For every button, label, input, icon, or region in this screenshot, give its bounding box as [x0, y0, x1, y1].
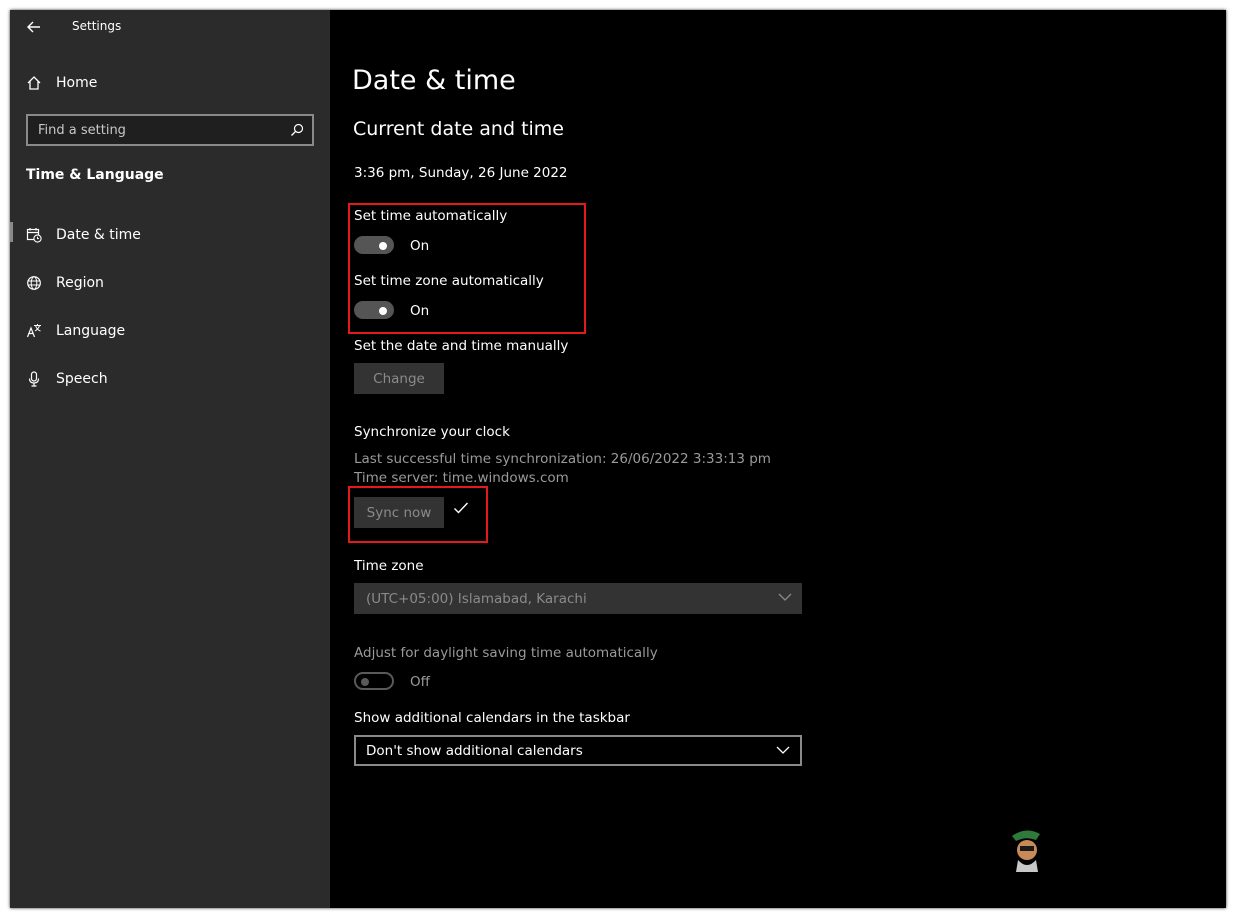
sidebar-item-label: Region [56, 275, 104, 291]
timezone-dropdown[interactable]: (UTC+05:00) Islamabad, Karachi [354, 583, 802, 614]
sidebar-item-speech[interactable]: Speech [26, 367, 108, 391]
home-icon [27, 76, 41, 90]
red-highlight-box [348, 203, 586, 334]
sidebar-section-title: Time & Language [26, 167, 164, 183]
calendars-label: Show additional calendars in the taskbar [354, 710, 630, 726]
timezone-value: (UTC+05:00) Islamabad, Karachi [366, 590, 587, 607]
change-button[interactable]: Change [354, 363, 444, 394]
section-subtitle: Current date and time [353, 118, 564, 140]
sidebar-item-date-time[interactable]: Date & time [26, 223, 141, 247]
manual-label: Set the date and time manually [354, 338, 569, 354]
search-box[interactable] [26, 114, 314, 146]
microphone-icon [28, 371, 40, 387]
settings-window: Settings Home Time & Language Date & [10, 10, 1226, 908]
sidebar: Settings Home Time & Language Date & [10, 10, 330, 908]
chevron-down-icon [778, 593, 792, 601]
sidebar-item-home[interactable]: Home [26, 71, 97, 95]
main-content: Date & time Current date and time 3:36 p… [330, 10, 1226, 908]
calendars-value: Don't show additional calendars [366, 742, 583, 759]
search-input[interactable] [28, 116, 288, 144]
search-icon[interactable] [290, 123, 304, 137]
calendar-clock-icon [26, 228, 42, 243]
sidebar-item-label: Language [56, 323, 126, 339]
globe-icon [27, 276, 41, 290]
daylight-label: Adjust for daylight saving time automati… [354, 645, 658, 661]
sidebar-item-label: Home [56, 75, 98, 91]
daylight-toggle[interactable] [354, 672, 394, 690]
watermark-logo-icon [1012, 830, 1040, 872]
time-server-text: Time server: time.windows.com [354, 470, 569, 486]
calendars-dropdown[interactable]: Don't show additional calendars [354, 735, 802, 766]
language-icon [26, 324, 41, 338]
back-arrow-icon [27, 21, 40, 33]
selected-indicator [10, 222, 13, 242]
sidebar-item-language[interactable]: Language [26, 319, 125, 343]
daylight-state: Off [410, 674, 430, 690]
chevron-down-icon [776, 746, 790, 754]
sidebar-item-label: Speech [56, 371, 108, 387]
red-highlight-box [348, 486, 488, 543]
sidebar-item-label: Date & time [56, 227, 141, 243]
sync-heading: Synchronize your clock [354, 424, 510, 440]
window-title: Settings [72, 19, 122, 33]
sidebar-item-region[interactable]: Region [26, 271, 104, 295]
last-sync-text: Last successful time synchronization: 26… [354, 451, 771, 467]
current-datetime: 3:36 pm, Sunday, 26 June 2022 [354, 165, 568, 181]
timezone-label: Time zone [354, 558, 424, 574]
page-title: Date & time [352, 65, 516, 96]
back-button[interactable] [22, 16, 46, 38]
